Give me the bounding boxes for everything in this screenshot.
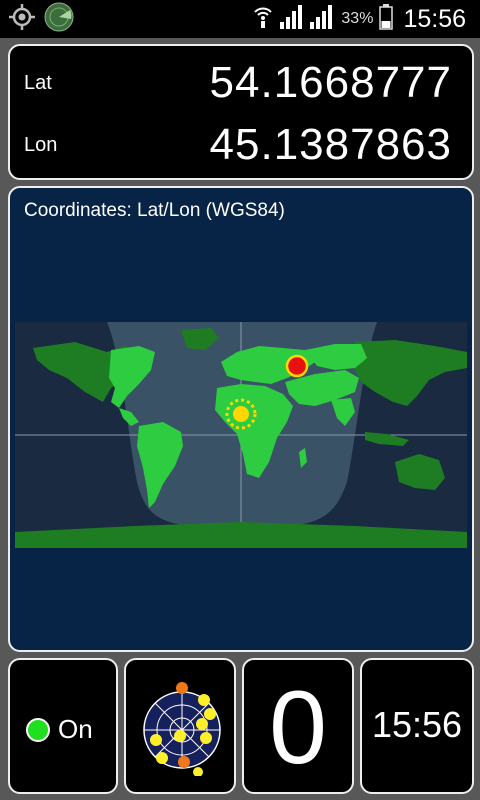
latitude-row: Lat 54.1668777 bbox=[10, 50, 472, 116]
satellite-dot bbox=[156, 752, 168, 764]
satellite-dot bbox=[150, 734, 162, 746]
battery-icon bbox=[379, 3, 394, 35]
gps-status-dot-icon bbox=[26, 717, 50, 742]
gps-status-panel[interactable]: On bbox=[8, 658, 118, 794]
latitude-value: 54.1668777 bbox=[209, 58, 452, 107]
world-map[interactable] bbox=[15, 322, 467, 548]
wifi-icon bbox=[253, 4, 273, 35]
signal-icon bbox=[279, 4, 303, 35]
map-title: Coordinates: Lat/Lon (WGS84) bbox=[24, 200, 285, 221]
satellite-dot bbox=[174, 730, 186, 742]
radar-app-icon bbox=[44, 2, 74, 37]
satellite-dot bbox=[176, 682, 188, 694]
coordinates-panel[interactable]: Lat 54.1668777 Lon 45.1387863 bbox=[8, 44, 474, 180]
longitude-row: Lon 45.1387863 bbox=[10, 112, 472, 178]
satellite-dot bbox=[196, 718, 208, 730]
satellite-dot bbox=[200, 732, 212, 744]
status-time: 15:56 bbox=[403, 4, 466, 33]
clock-time: 15:56 bbox=[371, 704, 463, 745]
status-bar: 33% 15:56 bbox=[0, 0, 480, 38]
longitude-value: 45.1387863 bbox=[209, 120, 452, 169]
clock-panel[interactable]: 15:56 bbox=[360, 658, 474, 794]
gps-state-label: On bbox=[58, 714, 93, 744]
satellite-dot bbox=[193, 767, 203, 776]
signal-icon bbox=[309, 4, 335, 35]
satellite-count: 0 bbox=[269, 670, 327, 786]
satellite-count-panel[interactable]: 0 bbox=[242, 658, 354, 794]
latitude-label: Lat bbox=[24, 71, 52, 94]
satellite-dot bbox=[204, 708, 216, 720]
world-map-panel[interactable]: Coordinates: Lat/Lon (WGS84) bbox=[8, 186, 474, 652]
sky-plot bbox=[143, 682, 221, 776]
gps-state: On bbox=[26, 714, 93, 745]
gps-locate-icon bbox=[8, 3, 36, 36]
position-marker bbox=[285, 354, 309, 378]
satellite-sky-panel[interactable] bbox=[124, 658, 236, 794]
battery-percent: 33% bbox=[341, 10, 374, 27]
satellite-dot bbox=[178, 756, 190, 768]
satellite-dot bbox=[198, 694, 210, 706]
longitude-label: Lon bbox=[24, 133, 58, 156]
